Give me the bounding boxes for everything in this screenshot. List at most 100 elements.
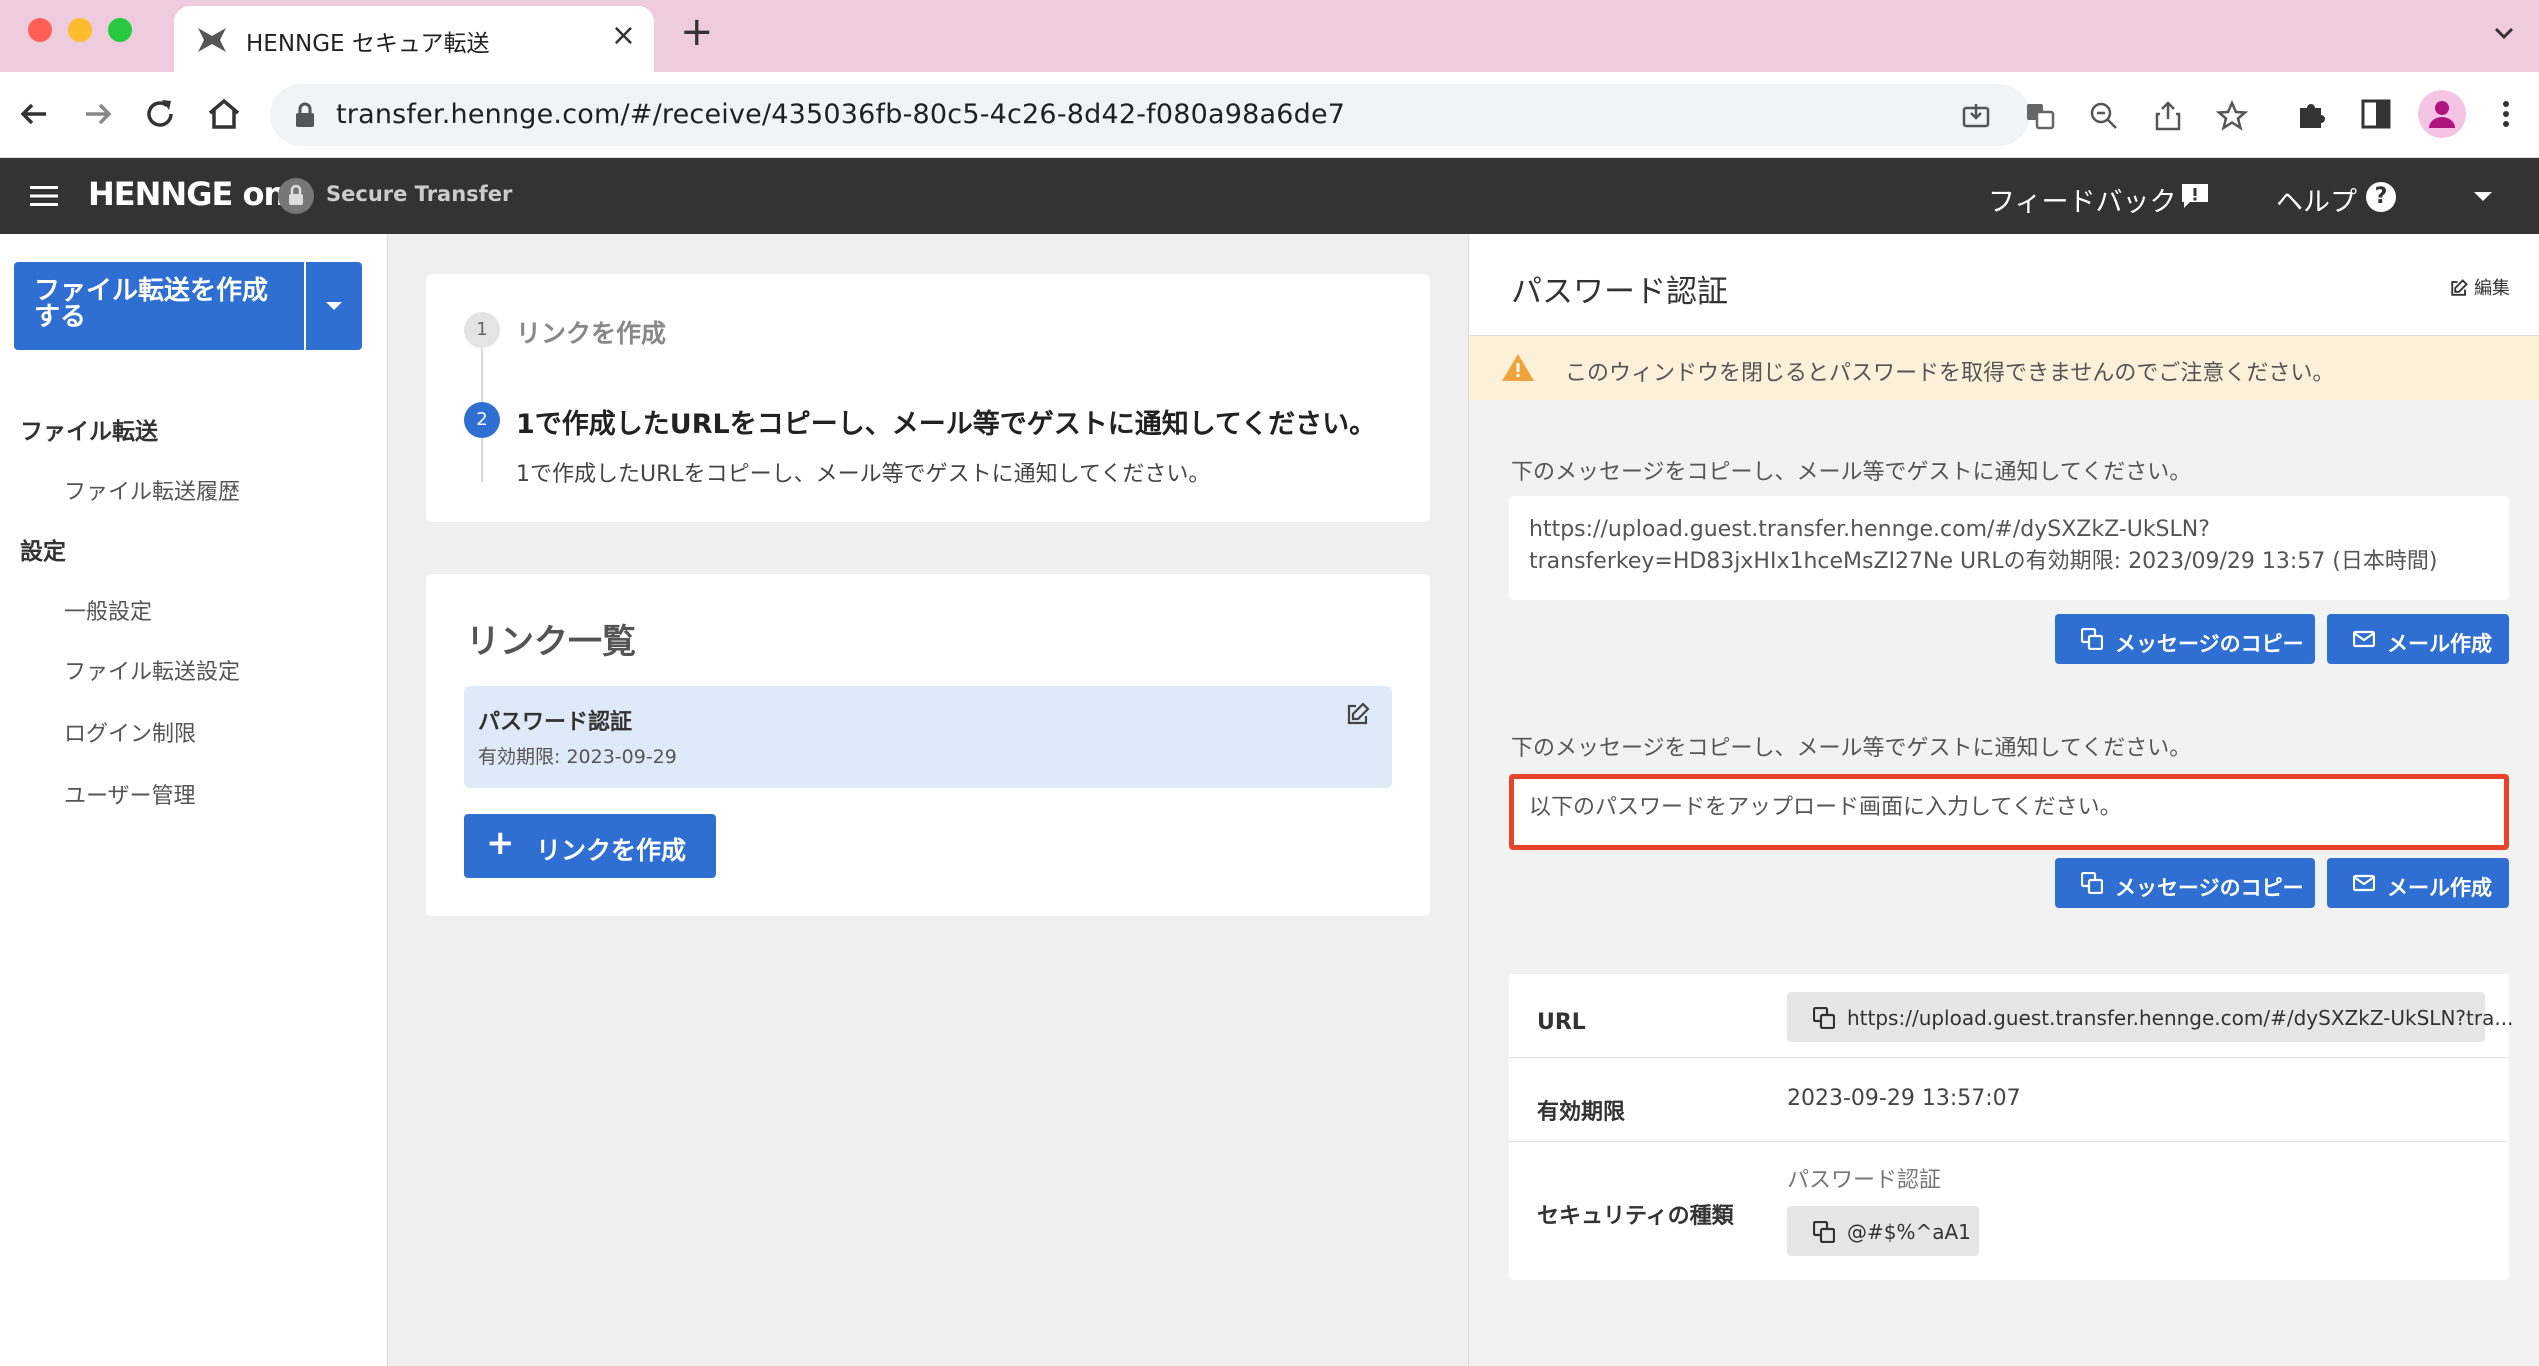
panel-title: パスワード認証: [1511, 274, 1728, 310]
back-arrow-icon[interactable]: [14, 94, 54, 134]
url-text[interactable]: transfer.hennge.com/#/receive/435036fb-8…: [336, 99, 1345, 130]
info-key-url: URL: [1537, 1010, 1586, 1035]
step-2-title: 1で作成したURLをコピーし、メール等でゲストに通知してください。: [516, 409, 1377, 440]
side-panel-icon[interactable]: [2358, 96, 2394, 132]
link-item-title: パスワード認証: [478, 710, 633, 735]
copy-message-button[interactable]: メッセージのコピー: [2055, 858, 2315, 908]
sidebar-item-login-restriction[interactable]: ログイン制限: [64, 716, 196, 748]
close-window-button[interactable]: [28, 18, 52, 42]
create-link-button[interactable]: + リンクを作成: [464, 814, 716, 878]
sidebar-section-settings: 設定: [20, 539, 66, 565]
step-2-description: 1で作成したURLをコピーし、メール等でゲストに通知してください。: [516, 462, 1211, 487]
info-key-security: セキュリティの種類: [1537, 1204, 1734, 1229]
warning-banner: このウィンドウを閉じるとパスワードを取得できませんのでご注意ください。: [1469, 336, 2539, 400]
url-message-box[interactable]: https://upload.guest.transfer.hennge.com…: [1509, 496, 2509, 600]
tab-title: HENNGE セキュア転送: [246, 31, 490, 57]
sidebar-item-transfer-settings[interactable]: ファイル転送設定: [64, 654, 240, 686]
maximize-window-button[interactable]: [108, 18, 132, 42]
warning-text: このウィンドウを閉じるとパスワードを取得できませんのでご注意ください。: [1565, 361, 2335, 386]
info-key-expiry: 有効期限: [1537, 1100, 1626, 1125]
compose-mail-button[interactable]: メール作成: [2327, 858, 2509, 908]
step-connector: [481, 348, 483, 402]
forward-arrow-icon[interactable]: [78, 94, 118, 134]
feedback-icon[interactable]: [2180, 182, 2210, 210]
password-message-box[interactable]: 以下のパスワードをアップロード画面に入力してください。: [1509, 774, 2509, 850]
hennge-one-logo: HENNGE one: [88, 175, 307, 213]
panel-header: パスワード認証 編集: [1469, 234, 2539, 336]
copy-message-label: メッセージのコピー: [2115, 876, 2304, 900]
sidebar: ファイル転送を作成する ファイル転送 ファイル転送履歴 設定 一般設定 ファイル…: [0, 234, 388, 1366]
copy-url-chip[interactable]: https://upload.guest.transfer.hennge.com…: [1787, 992, 2513, 1042]
lock-icon[interactable]: [294, 102, 316, 128]
plus-icon: +: [486, 823, 515, 863]
security-type-value: パスワード認証: [1787, 1168, 1942, 1193]
url-value: https://upload.guest.transfer.hennge.com…: [1847, 1006, 2514, 1030]
translate-icon[interactable]: [2024, 100, 2056, 132]
sidebar-item-transfer-history[interactable]: ファイル転送履歴: [64, 474, 240, 506]
tab-search-chevron-icon[interactable]: [2493, 22, 2515, 44]
info-row-url: URL https://upload.guest.transfer.hennge…: [1509, 974, 2513, 1058]
extensions-icon[interactable]: [2294, 96, 2330, 132]
step-connector: [481, 438, 483, 482]
address-bar[interactable]: transfer.hennge.com/#/receive/435036fb-8…: [270, 84, 2248, 146]
edit-icon[interactable]: [1346, 702, 1370, 726]
home-icon[interactable]: [204, 94, 244, 134]
copy-icon: [1813, 1221, 1835, 1243]
hennge-favicon-icon: [198, 28, 226, 52]
secure-transfer-icon: [278, 178, 314, 214]
help-icon[interactable]: ?: [2366, 182, 2396, 212]
password-message-text: 以下のパスワードをアップロード画面に入力してください。: [1529, 795, 2122, 820]
profile-icon[interactable]: [2418, 90, 2466, 138]
message-2-label: 下のメッセージをコピーし、メール等でゲストに通知してください。: [1511, 736, 2192, 761]
sidebar-section-file-transfer: ファイル転送: [20, 419, 158, 445]
copy-password-chip[interactable]: @#$%^aA1: [1787, 1206, 1979, 1256]
sidebar-item-user-management[interactable]: ユーザー管理: [64, 778, 196, 810]
panel-edit-button[interactable]: 編集: [2450, 274, 2510, 300]
edit-icon: [2451, 279, 2468, 296]
app-header: HENNGE one Secure Transfer フィードバック ヘルプ ?: [0, 158, 2539, 234]
url-message-line-1: https://upload.guest.transfer.hennge.com…: [1529, 517, 2210, 542]
product-name: Secure Transfer: [326, 182, 513, 206]
mail-icon: [2353, 874, 2375, 892]
reload-icon[interactable]: [140, 94, 180, 134]
expiry-value: 2023-09-29 13:57:07: [1787, 1086, 2021, 1111]
compose-mail-label: メール作成: [2387, 632, 2492, 656]
info-row-security: セキュリティの種類 パスワード認証 @#$%^aA1: [1509, 1142, 2509, 1280]
account-dropdown-caret-icon[interactable]: [2474, 192, 2492, 201]
copy-icon: [2081, 872, 2103, 894]
copy-icon: [1813, 1007, 1835, 1029]
warning-icon: [1502, 354, 1534, 381]
star-icon[interactable]: [2216, 100, 2248, 132]
kebab-menu-icon[interactable]: [2488, 96, 2524, 132]
password-value: @#$%^aA1: [1847, 1220, 1971, 1244]
browser-tab-strip: HENNGE セキュア転送 × +: [0, 0, 2539, 72]
message-1-label: 下のメッセージをコピーし、メール等でゲストに通知してください。: [1511, 460, 2192, 485]
info-row-expiry: 有効期限 2023-09-29 13:57:07: [1509, 1058, 2509, 1142]
feedback-link[interactable]: フィードバック: [1988, 180, 2176, 219]
step-1-label[interactable]: リンクを作成: [516, 314, 666, 350]
panel-edit-label: 編集: [2474, 278, 2510, 299]
step-2-indicator: 2: [464, 402, 500, 438]
link-item-expiry: 有効期限: 2023-09-29: [478, 746, 677, 768]
hamburger-menu-icon[interactable]: [30, 184, 58, 208]
create-file-transfer-button[interactable]: ファイル転送を作成する: [14, 262, 304, 350]
create-link-label: リンクを作成: [536, 836, 687, 865]
install-icon[interactable]: [1960, 100, 1992, 132]
compose-mail-button[interactable]: メール作成: [2327, 614, 2509, 664]
password-auth-panel: パスワード認証 編集 このウィンドウを閉じるとパスワードを取得できませんのでご注…: [1468, 234, 2539, 1366]
compose-mail-label: メール作成: [2387, 876, 2492, 900]
link-list-item[interactable]: パスワード認証 有効期限: 2023-09-29: [464, 686, 1392, 788]
create-file-transfer-dropdown[interactable]: [306, 262, 362, 350]
sidebar-item-general-settings[interactable]: 一般設定: [64, 594, 152, 626]
zoom-icon[interactable]: [2088, 100, 2120, 132]
minimize-window-button[interactable]: [68, 18, 92, 42]
help-link[interactable]: ヘルプ: [2276, 180, 2357, 219]
copy-message-label: メッセージのコピー: [2115, 632, 2304, 656]
new-tab-button[interactable]: +: [680, 12, 714, 52]
browser-toolbar: transfer.hennge.com/#/receive/435036fb-8…: [0, 72, 2539, 158]
share-icon[interactable]: [2152, 100, 2184, 132]
tab-close-icon[interactable]: ×: [611, 18, 636, 53]
browser-tab-active[interactable]: HENNGE セキュア転送 ×: [174, 6, 654, 72]
copy-message-button[interactable]: メッセージのコピー: [2055, 614, 2315, 664]
copy-icon: [2081, 628, 2103, 650]
